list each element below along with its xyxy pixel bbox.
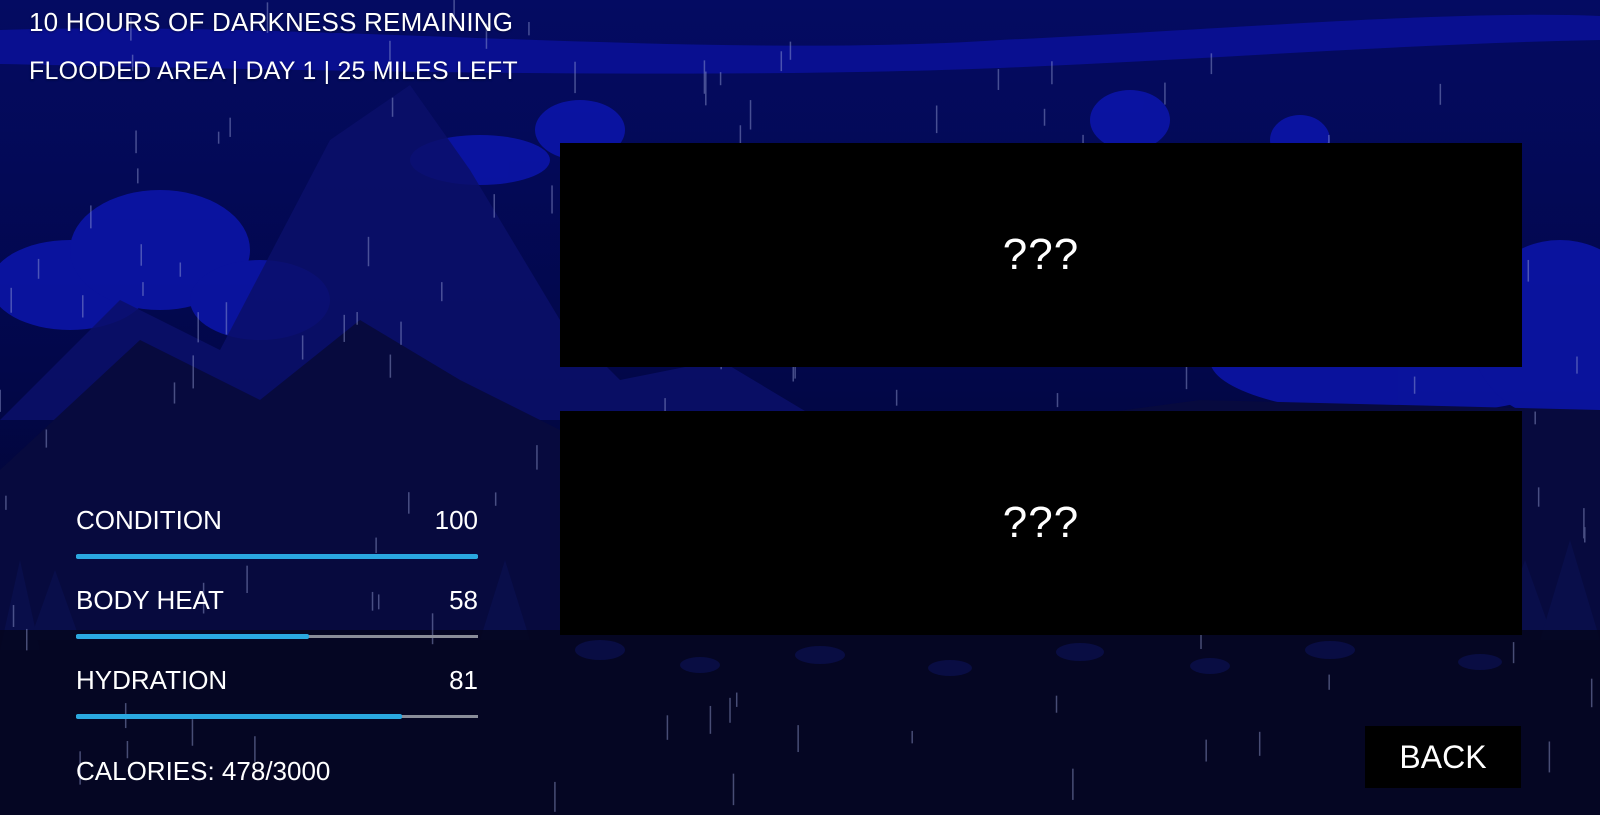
- stat-body-heat: BODY HEAT 58: [76, 585, 478, 665]
- choice-label-1: ???: [1002, 230, 1080, 279]
- choice-panel-2[interactable]: ???: [560, 411, 1522, 635]
- choice-label-2: ???: [1002, 498, 1080, 547]
- stat-bar-track: [76, 554, 478, 559]
- back-button[interactable]: BACK: [1365, 726, 1521, 788]
- stat-hydration: HYDRATION 81: [76, 665, 478, 745]
- stat-bar-track: [76, 634, 478, 639]
- stats-panel: CONDITION 100 BODY HEAT 58 HYDRATION 81: [76, 505, 478, 745]
- stat-condition: CONDITION 100: [76, 505, 478, 585]
- stat-bar-track: [76, 714, 478, 719]
- calories-text: CALORIES: 478/3000: [76, 756, 331, 786]
- darkness-remaining-text: 10 HOURS OF DARKNESS REMAINING: [29, 7, 514, 37]
- stat-value: 81: [449, 665, 478, 695]
- stat-value: 58: [449, 585, 478, 615]
- game-scene: 10 HOURS OF DARKNESS REMAINING FLOODED A…: [0, 0, 1600, 815]
- location-day-miles-text: FLOODED AREA | DAY 1 | 25 MILES LEFT: [29, 57, 518, 85]
- stat-bar-fill: [76, 554, 478, 559]
- stat-bar-fill: [76, 714, 402, 719]
- stat-label: BODY HEAT: [76, 585, 224, 615]
- choice-panel-1[interactable]: ???: [560, 143, 1522, 367]
- stat-bar-fill: [76, 634, 310, 639]
- stat-label: CONDITION: [76, 505, 222, 535]
- stat-value: 100: [434, 505, 478, 535]
- stat-label: HYDRATION: [76, 665, 228, 695]
